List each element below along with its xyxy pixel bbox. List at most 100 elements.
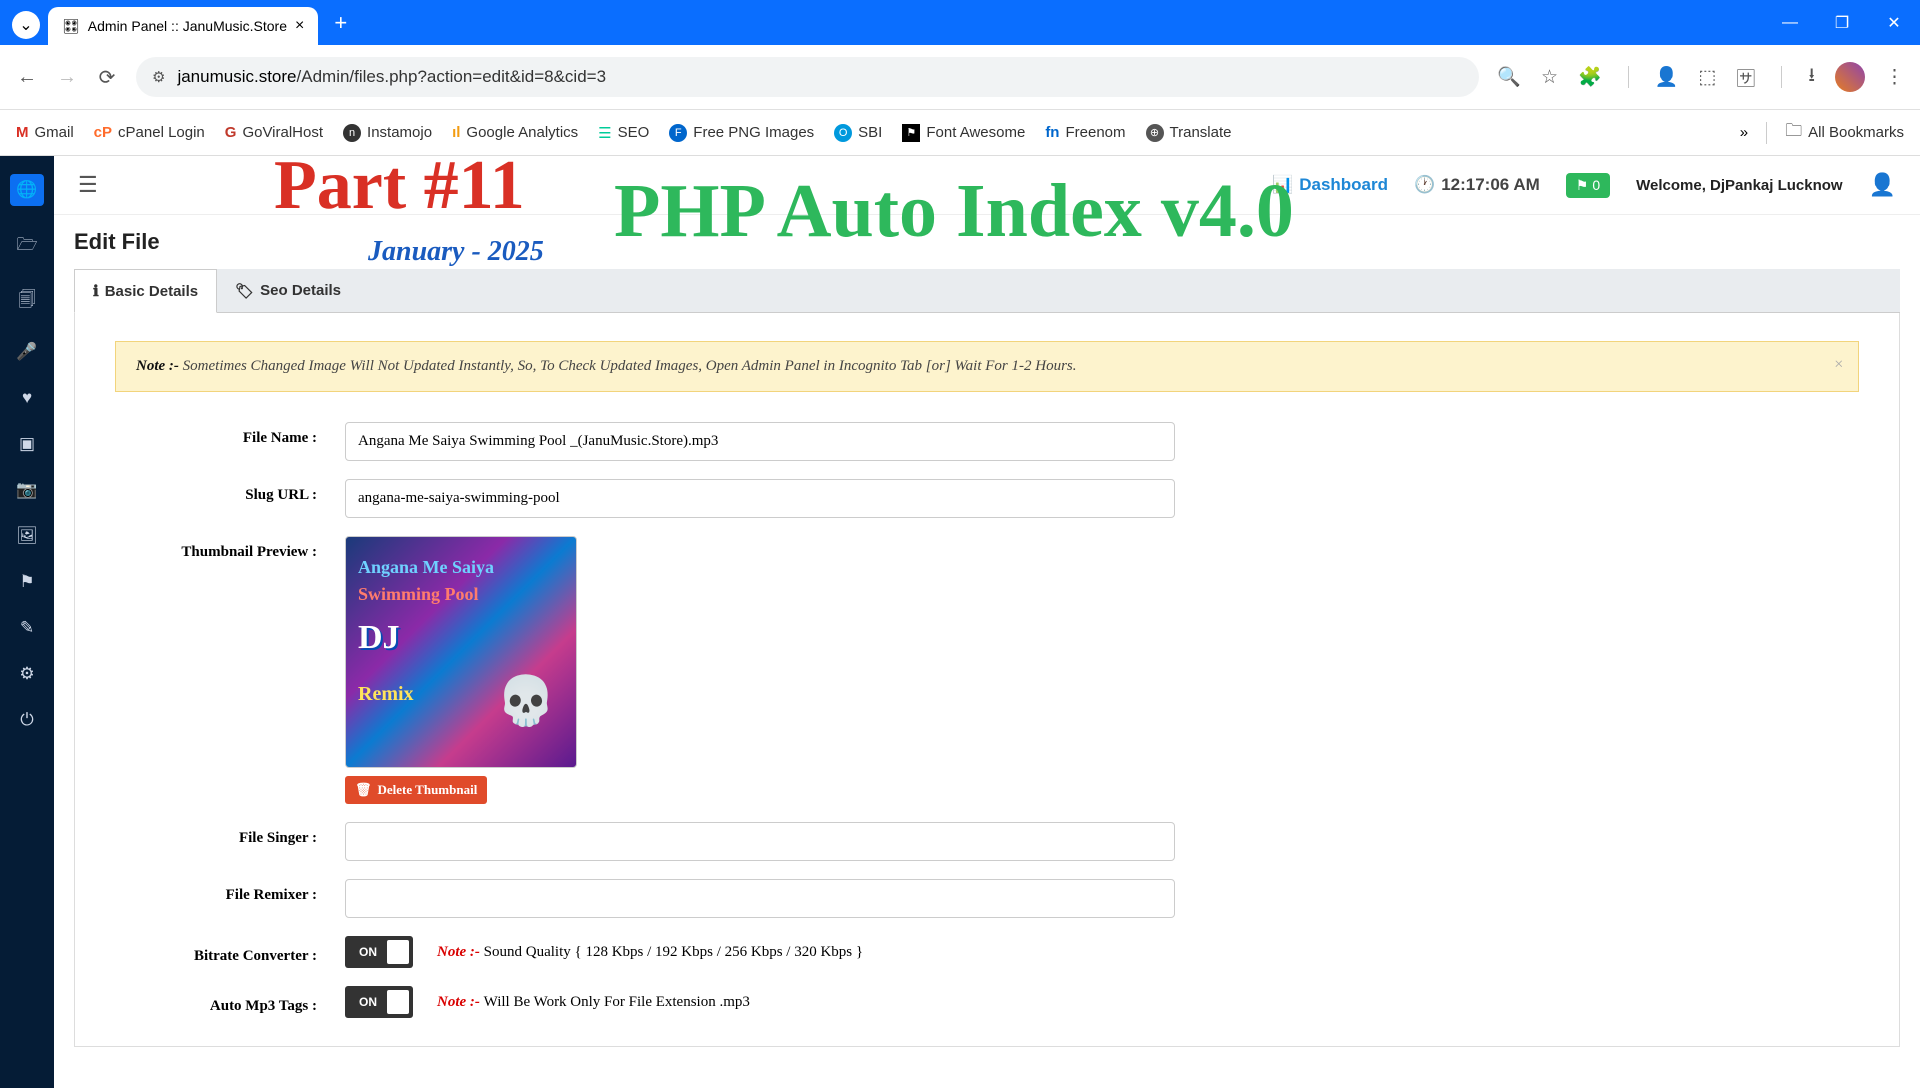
clock-icon: 🕐 bbox=[1414, 175, 1435, 195]
browser-tabstrip: ⌄ 🎛 Admin Panel :: JanuMusic.Store × + —… bbox=[0, 0, 1920, 45]
gvh-icon: G bbox=[225, 124, 237, 141]
zoom-icon[interactable]: 🔍 bbox=[1497, 65, 1521, 89]
bookmark-star-icon[interactable]: ☆ bbox=[1541, 66, 1558, 89]
label-singer: File Singer : bbox=[115, 822, 345, 847]
bookmark-cpanel[interactable]: cPcPanel Login bbox=[94, 124, 205, 141]
instamojo-icon: n bbox=[343, 124, 361, 142]
input-file-name[interactable] bbox=[345, 422, 1175, 461]
maximize-button[interactable]: ❐ bbox=[1816, 0, 1868, 45]
sidebar-camera-icon[interactable]: 📷 bbox=[16, 480, 37, 500]
skull-icon: 💀 bbox=[496, 672, 556, 729]
overlay-part-text: Part #11 bbox=[274, 146, 525, 226]
input-remixer[interactable] bbox=[345, 879, 1175, 918]
label-slug: Slug URL : bbox=[115, 479, 345, 504]
bookmark-sbi[interactable]: OSBI bbox=[834, 124, 882, 142]
close-window-button[interactable]: ✕ bbox=[1868, 0, 1920, 45]
url-text: janumusic.store/Admin/files.php?action=e… bbox=[177, 67, 606, 87]
address-bar[interactable]: ⚙ janumusic.store/Admin/files.php?action… bbox=[136, 57, 1479, 97]
label-autotag: Auto Mp3 Tags : bbox=[115, 990, 345, 1015]
browser-tab[interactable]: 🎛 Admin Panel :: JanuMusic.Store × bbox=[48, 7, 318, 45]
new-tab-button[interactable]: + bbox=[322, 4, 359, 42]
incognito-icon[interactable]: 👤 bbox=[1655, 65, 1679, 89]
bookmark-translate[interactable]: ⊕Translate bbox=[1146, 124, 1232, 142]
bookmark-freenom[interactable]: fnFreenom bbox=[1045, 124, 1125, 141]
divider bbox=[1766, 122, 1767, 144]
sidebar-box-icon[interactable]: ▣ bbox=[19, 434, 35, 454]
browser-toolbar: ← → ⟳ ⚙ janumusic.store/Admin/files.php?… bbox=[0, 45, 1920, 110]
bookmark-freepng[interactable]: FFree PNG Images bbox=[669, 124, 814, 142]
label-file-name: File Name : bbox=[115, 422, 345, 447]
flag-icon: ⚑ bbox=[1576, 177, 1589, 194]
welcome-text: Welcome, DjPankaj Lucknow bbox=[1636, 177, 1842, 194]
bookmark-fontawesome[interactable]: ⚑Font Awesome bbox=[902, 124, 1025, 142]
all-bookmarks[interactable]: 🗀All Bookmarks bbox=[1785, 118, 1904, 147]
bookmark-gmail[interactable]: MGmail bbox=[16, 124, 74, 141]
label-thumbnail: Thumbnail Preview : bbox=[115, 536, 345, 561]
bookmark-seo[interactable]: ☰SEO bbox=[598, 124, 649, 142]
close-tab-icon[interactable]: × bbox=[295, 17, 304, 35]
label-bitrate: Bitrate Converter : bbox=[115, 940, 345, 965]
autotag-note: Note :- Will Be Work Only For File Exten… bbox=[437, 994, 750, 1011]
sidebar-gear-icon[interactable]: ⚙ bbox=[19, 664, 34, 684]
sidebar-folder-icon[interactable]: 🗁 bbox=[16, 232, 37, 261]
analytics-icon: ıl bbox=[452, 124, 460, 141]
delete-thumbnail-button[interactable]: 🗑 Delete Thumbnail bbox=[345, 776, 487, 804]
reload-button[interactable]: ⟳ bbox=[96, 65, 118, 90]
sidebar-globe-icon[interactable]: 🌐 bbox=[10, 174, 43, 206]
sbi-icon: O bbox=[834, 124, 852, 142]
cpanel-icon: cP bbox=[94, 124, 112, 141]
forward-button[interactable]: → bbox=[56, 66, 78, 89]
sidebar-power-icon[interactable]: ⏻ bbox=[20, 710, 33, 730]
info-alert: Note :- Sometimes Changed Image Will Not… bbox=[115, 341, 1859, 392]
sidebar-flag-icon[interactable]: ⚑ bbox=[19, 572, 34, 592]
menu-toggle-icon[interactable]: ☰ bbox=[78, 172, 98, 198]
content-area: Edit File ℹ Basic Details 🏷 Seo Details … bbox=[54, 215, 1920, 1088]
bookmark-goviralhost[interactable]: GGoViralHost bbox=[225, 124, 323, 141]
clock-display: 🕐 12:17:06 AM bbox=[1414, 175, 1540, 195]
translate-icon[interactable]: 🈂 bbox=[1736, 64, 1755, 91]
app-topbar: ☰ Part #11 January - 2025 PHP Auto Index… bbox=[54, 156, 1920, 215]
tab-basic-details[interactable]: ℹ Basic Details bbox=[74, 269, 217, 313]
bookmark-instamojo[interactable]: nInstamojo bbox=[343, 124, 432, 142]
form-body: Note :- Sometimes Changed Image Will Not… bbox=[74, 313, 1900, 1047]
form-tabs: ℹ Basic Details 🏷 Seo Details bbox=[74, 269, 1900, 313]
tab-search-button[interactable]: ⌄ bbox=[12, 11, 40, 39]
extensions-icon[interactable]: 🧩 bbox=[1578, 65, 1602, 89]
sidebar-image-icon[interactable]: 🖼 bbox=[16, 526, 38, 546]
freenom-icon: fn bbox=[1045, 124, 1059, 141]
page-title: Edit File bbox=[74, 229, 1900, 255]
trash-icon: 🗑 bbox=[355, 782, 372, 798]
info-icon: ℹ bbox=[93, 282, 99, 300]
seo-icon: ☰ bbox=[598, 124, 611, 142]
toggle-autotag[interactable]: ON bbox=[345, 986, 413, 1018]
admin-sidebar: 🌐 🗁 🗐 🎤 ♥ ▣ 📷 🖼 ⚑ ✎ ⚙ ⏻ bbox=[0, 156, 54, 1088]
user-icon[interactable]: 👤 bbox=[1869, 172, 1896, 198]
sidebar-mic-icon[interactable]: 🎤 bbox=[16, 342, 37, 362]
label-remixer: File Remixer : bbox=[115, 879, 345, 904]
freepng-icon: F bbox=[669, 124, 687, 142]
sidebar-heart-icon[interactable]: ♥ bbox=[22, 388, 32, 408]
notifications-badge[interactable]: ⚑ 0 bbox=[1566, 173, 1610, 198]
site-info-icon[interactable]: ⚙ bbox=[152, 68, 165, 86]
bookmark-ganalytics[interactable]: ılGoogle Analytics bbox=[452, 124, 578, 141]
back-button[interactable]: ← bbox=[16, 66, 38, 89]
fontawesome-icon: ⚑ bbox=[902, 124, 920, 142]
downloads-icon[interactable]: ⭳ bbox=[1808, 61, 1815, 93]
toggle-bitrate[interactable]: ON bbox=[345, 936, 413, 968]
tags-icon: 🏷 bbox=[235, 282, 254, 300]
minimize-button[interactable]: — bbox=[1764, 0, 1816, 45]
sidebar-copy-icon[interactable]: 🗐 bbox=[19, 287, 36, 316]
folder-icon: 🗀 bbox=[1785, 118, 1802, 147]
input-singer[interactable] bbox=[345, 822, 1175, 861]
bitrate-note: Note :- Sound Quality { 128 Kbps / 192 K… bbox=[437, 944, 863, 961]
chrome-menu-icon[interactable]: ⋮ bbox=[1885, 66, 1904, 89]
sidebar-edit-icon[interactable]: ✎ bbox=[20, 618, 34, 638]
input-slug[interactable] bbox=[345, 479, 1175, 518]
window-controls: — ❐ ✕ bbox=[1764, 0, 1920, 45]
alert-close-icon[interactable]: × bbox=[1833, 356, 1844, 374]
tab-title: Admin Panel :: JanuMusic.Store bbox=[88, 18, 287, 34]
tab-seo-details[interactable]: 🏷 Seo Details bbox=[217, 269, 359, 312]
lens-icon[interactable]: ⬚ bbox=[1698, 66, 1716, 89]
bookmarks-overflow-icon[interactable]: » bbox=[1740, 124, 1748, 141]
profile-avatar[interactable] bbox=[1835, 62, 1865, 92]
